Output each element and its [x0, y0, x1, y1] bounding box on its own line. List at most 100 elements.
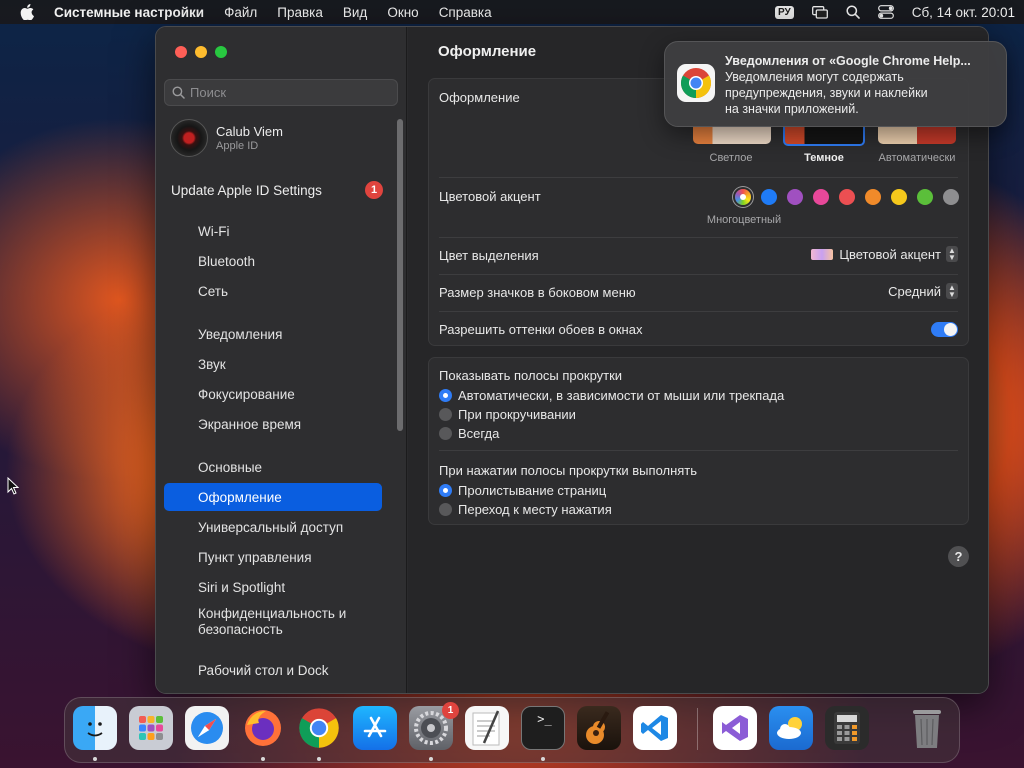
- visual-studio-icon[interactable]: [713, 706, 757, 750]
- radio-button[interactable]: [439, 427, 452, 440]
- terminal-icon[interactable]: >_: [521, 706, 565, 750]
- menu-window[interactable]: Окно: [377, 5, 428, 20]
- zoom-button[interactable]: [215, 46, 227, 58]
- accent-graphite-swatch[interactable]: [943, 189, 959, 205]
- highlight-color-popup[interactable]: Цветовой акцент ▲ ▼: [811, 246, 958, 262]
- sidebar-item-network[interactable]: Сеть: [164, 277, 382, 305]
- scrollbars-card: Показывать полосы прокрутки Автоматическ…: [428, 357, 969, 525]
- highlight-swatch: [811, 248, 834, 260]
- divider: [439, 311, 958, 312]
- finder-icon[interactable]: [73, 706, 117, 750]
- sidebar-item-bluetooth[interactable]: Bluetooth: [164, 247, 382, 275]
- accent-orange-swatch[interactable]: [865, 189, 881, 205]
- appearance-dark-label[interactable]: Темное: [779, 152, 869, 164]
- wallpaper-tinting-label: Разрешить оттенки обоев в окнах: [439, 322, 643, 337]
- sidebar-item-privacy-security[interactable]: Конфиденциальность и безопасность: [164, 604, 364, 640]
- input-source-icon[interactable]: РУ: [774, 5, 794, 19]
- click-scrollbar-label: При нажатии полосы прокрутки выполнять: [439, 463, 698, 478]
- running-indicator: [541, 757, 545, 761]
- screen-mirroring-icon[interactable]: [811, 5, 828, 19]
- app-store-icon[interactable]: [353, 706, 397, 750]
- launchpad-icon[interactable]: [129, 706, 173, 750]
- divider: [439, 237, 958, 238]
- menu-app-name[interactable]: Системные настройки: [54, 5, 214, 20]
- chevron-updown-icon: ▲ ▼: [946, 283, 958, 299]
- accent-pink-swatch[interactable]: [813, 189, 829, 205]
- firefox-icon[interactable]: [241, 706, 285, 750]
- sidebar-item-screen-time[interactable]: Экранное время: [164, 410, 382, 438]
- sidebar-item-appearance[interactable]: Оформление: [164, 483, 382, 511]
- system-settings-icon[interactable]: 1: [409, 702, 459, 750]
- radio-label: Пролистывание страниц: [458, 483, 607, 498]
- accent-color-label: Цветовой акцент: [439, 189, 541, 204]
- sidebar-scrollbar[interactable]: [397, 119, 403, 431]
- radio-button[interactable]: [439, 408, 452, 421]
- sidebar-item-wifi[interactable]: Wi-Fi: [164, 217, 382, 245]
- running-indicator: [261, 757, 265, 761]
- radio-label: Автоматически, в зависимости от мыши или…: [458, 388, 785, 403]
- show-scrollbars-label: Показывать полосы прокрутки: [439, 368, 623, 383]
- garageband-icon[interactable]: [577, 706, 621, 750]
- notification-banner[interactable]: Уведомления от «Google Chrome Help... Ув…: [664, 41, 1007, 127]
- sidebar-item-sound[interactable]: Звук: [164, 350, 382, 378]
- notification-body-3: на значки приложений.: [725, 102, 859, 116]
- chevron-updown-icon: ▲ ▼: [946, 246, 958, 262]
- minimize-button[interactable]: [195, 46, 207, 58]
- menu-edit[interactable]: Правка: [267, 5, 333, 20]
- accent-multicolor-swatch[interactable]: [735, 189, 751, 205]
- sidebar-item-focus[interactable]: Фокусирование: [164, 380, 382, 408]
- radio-button[interactable]: [439, 484, 452, 497]
- accent-blue-swatch[interactable]: [761, 189, 777, 205]
- appearance-dark-thumb[interactable]: [783, 126, 865, 146]
- sidebar-item-desktop-dock[interactable]: Рабочий стол и Dock: [164, 656, 382, 684]
- click-next-page-option[interactable]: Пролистывание страниц: [439, 483, 606, 498]
- spotlight-search-icon[interactable]: [846, 5, 860, 19]
- appearance-auto-thumb[interactable]: [878, 126, 956, 144]
- google-chrome-icon[interactable]: [297, 706, 341, 750]
- scrollbars-always-option[interactable]: Всегда: [439, 426, 499, 441]
- divider: [439, 450, 958, 451]
- search-icon: [172, 86, 185, 99]
- help-button[interactable]: ?: [948, 546, 969, 567]
- accent-yellow-swatch[interactable]: [891, 189, 907, 205]
- accent-green-swatch[interactable]: [917, 189, 933, 205]
- menu-clock[interactable]: Сб, 14 окт. 20:01: [912, 5, 1015, 20]
- accent-red-swatch[interactable]: [839, 189, 855, 205]
- weather-icon[interactable]: [769, 706, 813, 750]
- sidebar-item-general[interactable]: Основные: [164, 453, 382, 481]
- wallpaper-tinting-toggle[interactable]: [931, 322, 958, 337]
- sidebar-item-notifications[interactable]: Уведомления: [164, 320, 382, 348]
- apple-id-profile[interactable]: Calub Viem Apple ID: [170, 119, 283, 157]
- icon-size-label: Размер значков в боковом меню: [439, 285, 636, 300]
- avatar: [170, 119, 208, 157]
- update-badge: 1: [365, 181, 383, 199]
- search-placeholder: Поиск: [190, 85, 227, 100]
- menu-file[interactable]: Файл: [214, 5, 267, 20]
- menu-help[interactable]: Справка: [429, 5, 502, 20]
- apple-menu-icon[interactable]: [0, 4, 54, 20]
- textedit-icon[interactable]: [465, 706, 509, 750]
- appearance-light-label[interactable]: Светлое: [686, 152, 776, 164]
- icon-size-popup[interactable]: Средний ▲ ▼: [888, 283, 958, 299]
- close-button[interactable]: [175, 46, 187, 58]
- control-center-icon[interactable]: [877, 5, 894, 19]
- click-jump-option[interactable]: Переход к месту нажатия: [439, 502, 612, 517]
- trash-icon[interactable]: [905, 706, 949, 750]
- search-input[interactable]: Поиск: [164, 79, 398, 106]
- radio-button[interactable]: [439, 389, 452, 402]
- menu-view[interactable]: Вид: [333, 5, 377, 20]
- appearance-light-thumb[interactable]: [693, 126, 771, 144]
- radio-button[interactable]: [439, 503, 452, 516]
- update-apple-id-settings[interactable]: Update Apple ID Settings 1: [171, 181, 383, 199]
- appearance-auto-label[interactable]: Автоматически: [872, 152, 962, 164]
- accent-purple-swatch[interactable]: [787, 189, 803, 205]
- sidebar-item-accessibility[interactable]: Универсальный доступ: [164, 513, 382, 541]
- scrollbars-scrolling-option[interactable]: При прокручивании: [439, 407, 576, 422]
- safari-icon[interactable]: [185, 706, 229, 750]
- sidebar-item-control-center[interactable]: Пункт управления: [164, 543, 382, 571]
- visual-studio-code-icon[interactable]: [633, 706, 677, 750]
- calculator-icon[interactable]: [825, 706, 869, 750]
- scrollbars-auto-option[interactable]: Автоматически, в зависимости от мыши или…: [439, 388, 784, 403]
- notification-body-2: предупреждения, звуки и наклейки: [725, 86, 928, 100]
- sidebar-item-siri-spotlight[interactable]: Siri и Spotlight: [164, 573, 382, 601]
